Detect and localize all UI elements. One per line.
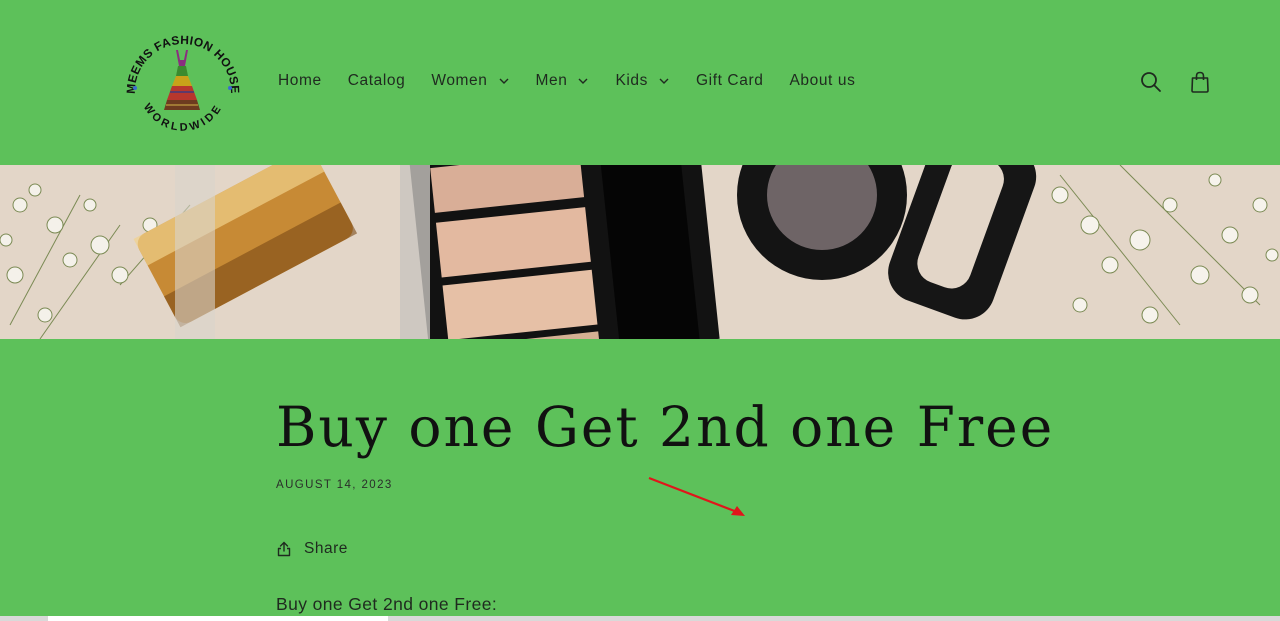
article-title: Buy one Get 2nd one Free — [276, 395, 1055, 459]
nav-about-us-label: About us — [789, 72, 856, 89]
chevron-down-icon — [659, 78, 669, 84]
annotation-arrow-icon — [648, 476, 745, 516]
cart-button[interactable] — [1180, 62, 1220, 102]
nav-women[interactable]: Women — [418, 72, 522, 90]
article-image-edge — [48, 616, 388, 621]
header-icons — [1122, 62, 1220, 102]
chevron-down-icon — [499, 78, 508, 84]
share-button[interactable]: Share — [276, 540, 348, 558]
hero-banner-image — [0, 165, 1280, 339]
nav-home[interactable]: Home — [265, 72, 335, 90]
article-body-intro: Buy one Get 2nd one Free: — [276, 594, 498, 614]
share-label: Share — [304, 540, 348, 557]
nav-about-us[interactable]: About us — [776, 72, 868, 90]
nav-kids[interactable]: Kids — [602, 72, 683, 90]
makeup-products-image — [0, 165, 1280, 339]
nav-kids-label: Kids — [615, 72, 649, 89]
cart-icon — [1191, 71, 1209, 93]
search-button[interactable] — [1131, 62, 1171, 102]
nav-men-label: Men — [535, 72, 568, 89]
main-navigation: Home Catalog Women Men Kids Gift Card Ab… — [265, 62, 868, 100]
nav-home-label: Home — [278, 72, 322, 89]
site-header: MEEMS FASHION HOUSE WORLDWIDE Home Catal… — [0, 0, 1280, 165]
dress-icon — [164, 50, 200, 110]
nav-gift-card[interactable]: Gift Card — [683, 72, 776, 90]
chevron-down-icon — [578, 78, 588, 84]
search-icon — [1141, 72, 1161, 92]
nav-gift-card-label: Gift Card — [696, 72, 764, 89]
nav-women-label: Women — [431, 72, 488, 89]
nav-catalog[interactable]: Catalog — [335, 72, 419, 90]
nav-catalog-label: Catalog — [347, 72, 406, 89]
store-logo[interactable]: MEEMS FASHION HOUSE WORLDWIDE — [118, 22, 246, 142]
nav-men[interactable]: Men — [523, 72, 603, 90]
logo-badge: MEEMS FASHION HOUSE WORLDWIDE — [124, 33, 242, 134]
article-date: AUGUST 14, 2023 — [276, 479, 393, 491]
share-icon — [277, 541, 291, 557]
